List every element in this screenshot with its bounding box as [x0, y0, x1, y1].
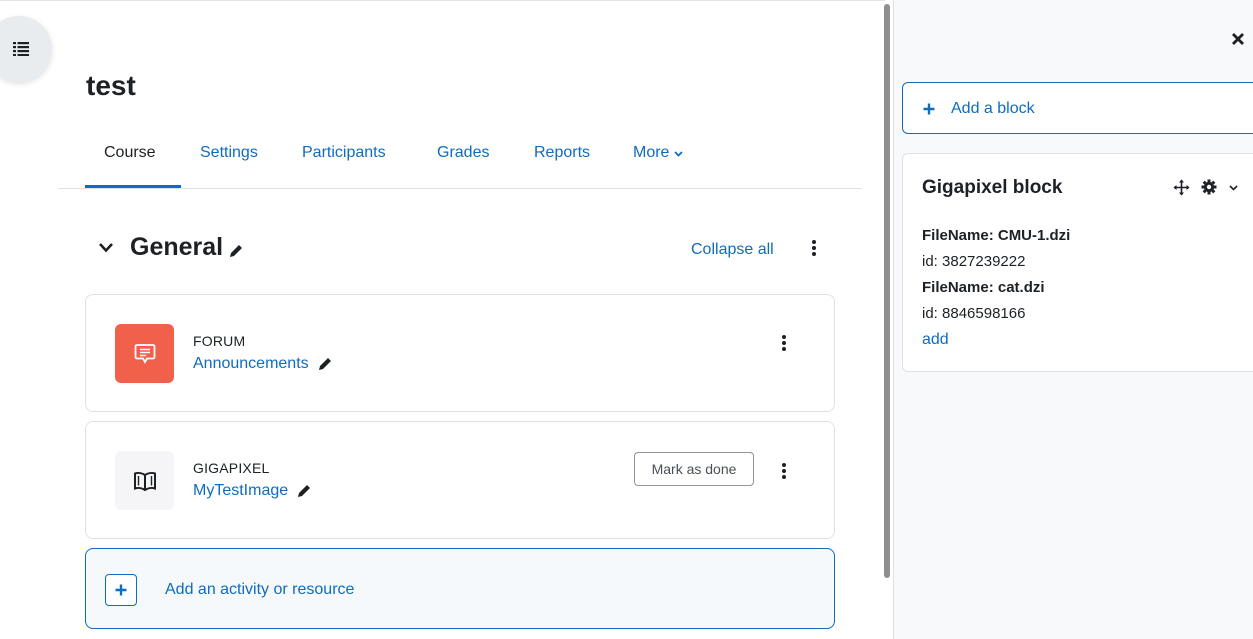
tab-course[interactable]: Course	[104, 144, 156, 162]
close-icon[interactable]	[1231, 32, 1245, 46]
block-title: Gigapixel block	[922, 177, 1063, 198]
gigapixel-block: Gigapixel block FileName: CMU-1.dzi id: …	[902, 153, 1253, 372]
move-icon[interactable]	[1173, 179, 1190, 196]
active-tab-indicator	[85, 185, 181, 188]
add-block-button[interactable]: Add a block	[902, 82, 1253, 134]
page-title: test	[86, 70, 136, 101]
plus-icon	[923, 103, 935, 115]
activity-link-announcements[interactable]: Announcements	[193, 355, 333, 373]
block-filename: FileName: cat.dzi	[922, 279, 1045, 296]
tab-settings[interactable]: Settings	[200, 144, 258, 162]
pencil-icon[interactable]	[228, 243, 244, 259]
block-file-id: id: 8846598166	[922, 305, 1026, 322]
activity-type-label: FORUM	[193, 333, 246, 349]
gear-icon[interactable]	[1201, 179, 1217, 195]
add-activity-label: Add an activity or resource	[165, 581, 355, 598]
course-index-toggle-button[interactable]	[0, 16, 52, 82]
activity-card-gigapixel: GIGAPIXEL MyTestImage Mark as done	[85, 421, 835, 539]
forum-icon	[115, 324, 174, 383]
activity-name: Announcements	[193, 355, 309, 372]
activity-actions-kebab-icon[interactable]	[778, 334, 790, 352]
add-block-label: Add a block	[951, 100, 1035, 117]
course-secondary-nav: Course Settings Participants Grades Repo…	[58, 130, 862, 189]
collapse-all-link[interactable]: Collapse all	[691, 241, 774, 259]
block-add-link[interactable]: add	[922, 331, 949, 349]
block-drawer: Add a block Gigapixel block FileName: CM…	[894, 0, 1253, 639]
pencil-icon[interactable]	[296, 483, 312, 499]
activity-card-forum: FORUM Announcements	[85, 294, 835, 412]
section-header-general: General	[98, 233, 244, 262]
tab-reports[interactable]: Reports	[534, 144, 590, 162]
chevron-down-icon	[674, 151, 684, 157]
list-icon	[13, 42, 29, 56]
section-actions-kebab-icon[interactable]	[808, 239, 820, 257]
block-filename: FileName: CMU-1.dzi	[922, 227, 1071, 244]
tab-more-label: More	[633, 144, 670, 161]
book-open-icon	[115, 451, 174, 510]
main-scrollbar[interactable]	[884, 4, 890, 578]
plus-icon	[105, 574, 137, 606]
section-title: General	[130, 233, 224, 261]
add-activity-button[interactable]: Add an activity or resource	[85, 548, 835, 629]
block-file-id: id: 3827239222	[922, 253, 1026, 270]
tab-grades[interactable]: Grades	[437, 144, 489, 162]
activity-name: MyTestImage	[193, 482, 289, 499]
chevron-down-icon[interactable]	[98, 242, 114, 254]
activity-type-label: GIGAPIXEL	[193, 460, 270, 476]
course-main-region: test Course Settings Participants Grades…	[0, 0, 885, 639]
activity-actions-kebab-icon[interactable]	[778, 462, 790, 480]
pencil-icon[interactable]	[317, 356, 333, 372]
tab-more[interactable]: More	[633, 144, 684, 162]
mark-as-done-button[interactable]: Mark as done	[634, 452, 754, 486]
chevron-down-icon[interactable]	[1229, 185, 1238, 191]
tab-participants[interactable]: Participants	[302, 144, 386, 162]
activity-link-mytestimage[interactable]: MyTestImage	[193, 482, 312, 500]
